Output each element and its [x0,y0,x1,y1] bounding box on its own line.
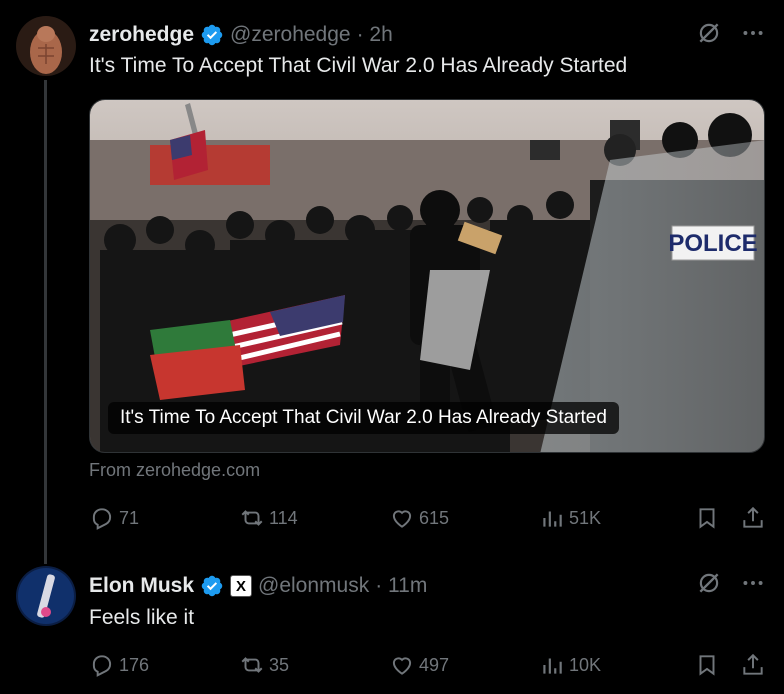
avatar-zerohedge[interactable] [16,16,76,76]
card-image: POLICE [90,100,764,452]
retweet-button[interactable]: 114 [239,505,389,531]
views-icon [539,652,565,678]
reply-count: 176 [119,654,150,675]
share-icon[interactable] [740,652,766,678]
views-count: 51K [569,507,602,528]
tweet-header: Elon Musk X @elonmusk · 11m [89,569,427,603]
like-button[interactable]: 615 [389,505,539,531]
card-caption: It's Time To Accept That Civil War 2.0 H… [108,402,619,434]
more-icon[interactable] [740,20,766,46]
tweet-zerohedge[interactable]: zerohedge @zerohedge · 2h It's Time To A… [0,0,784,566]
reply-icon [89,652,115,678]
tweet-actions: 71 114 615 51K [89,505,766,531]
tweet-text: Feels like it [89,606,195,629]
more-icon[interactable] [740,570,766,596]
x-affiliate-badge[interactable]: X [230,575,253,597]
views-button[interactable]: 51K [539,505,689,531]
tweet-time[interactable]: · 2h [357,23,393,47]
bookmark-icon[interactable] [694,505,720,531]
views-count: 10K [569,654,602,675]
retweet-icon [239,652,265,678]
like-icon [389,505,415,531]
thread-line [44,80,47,564]
tweet-top-actions [696,570,766,596]
like-button[interactable]: 497 [389,652,539,678]
views-button[interactable]: 10K [539,652,689,678]
author-handle[interactable]: @zerohedge [230,23,351,47]
grok-icon[interactable] [696,570,722,596]
reply-button[interactable]: 71 [89,505,239,531]
verified-badge-icon [200,574,224,598]
police-sign: POLICE [668,230,757,257]
author-name[interactable]: Elon Musk [89,574,194,598]
like-count: 497 [419,654,450,675]
card-source[interactable]: From zerohedge.com [89,460,260,481]
tweet-text: It's Time To Accept That Civil War 2.0 H… [89,54,628,77]
reply-count: 71 [119,507,140,528]
grok-icon[interactable] [696,20,722,46]
tweet-actions: 176 35 497 10K [89,652,766,678]
like-count: 615 [419,507,450,528]
tweet-top-actions [696,20,766,46]
tweet-time[interactable]: · 11m [375,574,427,598]
share-icon[interactable] [740,505,766,531]
retweet-count: 35 [269,654,290,675]
avatar-elonmusk[interactable] [16,566,76,626]
reply-icon [89,505,115,531]
link-card[interactable]: POLICE It's Time To Accept That Civil Wa… [89,99,765,453]
bookmark-icon[interactable] [694,652,720,678]
tweet-elonmusk[interactable]: Elon Musk X @elonmusk · 11m Feels like i… [0,566,784,694]
tweet-header: zerohedge @zerohedge · 2h [89,18,393,52]
reply-button[interactable]: 176 [89,652,239,678]
author-name[interactable]: zerohedge [89,23,194,47]
like-icon [389,652,415,678]
retweet-count: 114 [269,507,298,528]
views-icon [539,505,565,531]
verified-badge-icon [200,23,224,47]
retweet-icon [239,505,265,531]
retweet-button[interactable]: 35 [239,652,389,678]
author-handle[interactable]: @elonmusk [258,574,369,598]
